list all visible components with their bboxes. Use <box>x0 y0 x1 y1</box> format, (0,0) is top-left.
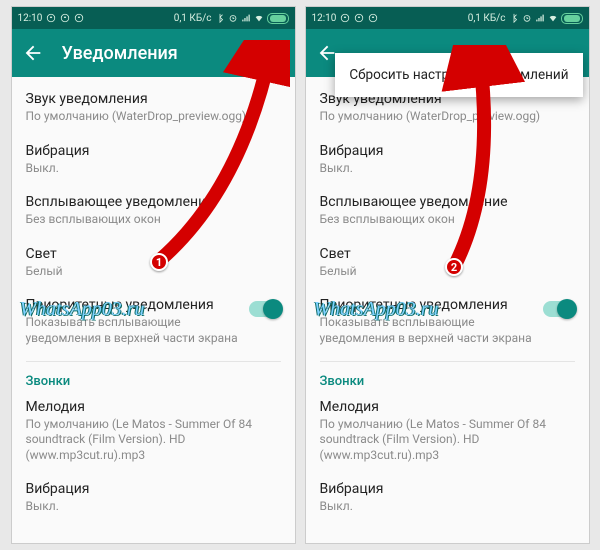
phone-right: 12:10 0,1 КБ/с Сбросить настройки уведом… <box>305 6 590 544</box>
page-title: Уведомления <box>62 43 263 64</box>
settings-list: Звук уведомления По умолчанию (WaterDrop… <box>12 77 295 543</box>
status-network: 0,1 КБ/с <box>174 13 212 24</box>
item-sub: Показывать всплывающие уведомления в вер… <box>320 315 533 346</box>
item-title: Мелодия <box>320 399 575 415</box>
item-sub: Выкл. <box>26 161 281 177</box>
item-sub: Выкл. <box>320 499 575 515</box>
bluetooth-icon <box>215 13 225 23</box>
item-title: Всплывающее уведомление <box>320 194 575 210</box>
bluetooth-icon <box>509 13 519 23</box>
item-title: Вибрация <box>26 143 281 159</box>
divider <box>320 361 575 362</box>
signal-icon <box>535 13 545 23</box>
app-bar: Уведомления <box>12 29 295 77</box>
item-sub: Выкл. <box>26 499 281 515</box>
item-sub: Без всплывающих окон <box>26 212 281 228</box>
item-popup[interactable]: Всплывающее уведомление Без всплывающих … <box>320 186 575 238</box>
wifi-icon <box>548 13 558 23</box>
item-title: Звук уведомления <box>26 91 281 107</box>
status-time: 12:10 <box>18 13 43 24</box>
item-sub: По умолчанию (WaterDrop_preview.ogg) <box>320 109 575 125</box>
divider <box>26 361 281 362</box>
item-title: Вибрация <box>320 143 575 159</box>
circle-icon <box>60 13 70 23</box>
item-priority[interactable]: Приоритетные уведомления Показывать вспл… <box>26 289 281 356</box>
item-ringtone[interactable]: Мелодия По умолчанию (Le Matos - Summer … <box>320 391 575 474</box>
section-calls: Звонки <box>26 366 281 391</box>
circle-icon <box>368 13 378 23</box>
alarm-icon <box>228 13 238 23</box>
item-vibration-calls[interactable]: Вибрация Выкл. <box>26 473 281 525</box>
item-title: Приоритетные уведомления <box>26 297 239 313</box>
menu-reset-notifications[interactable]: Сбросить настройки уведомлений <box>335 53 582 97</box>
alarm-icon <box>522 13 532 23</box>
status-bar: 12:10 0,1 КБ/с <box>306 7 589 29</box>
item-title: Вибрация <box>320 481 575 497</box>
circle-icon <box>46 13 56 23</box>
item-priority[interactable]: Приоритетные уведомления Показывать вспл… <box>320 289 575 356</box>
section-calls: Звонки <box>320 366 575 391</box>
circle-icon <box>354 13 364 23</box>
annotation-badge-1: 1 <box>150 253 168 271</box>
more-icon[interactable] <box>263 42 285 64</box>
item-popup[interactable]: Всплывающее уведомление Без всплывающих … <box>26 186 281 238</box>
item-sub: По умолчанию (Le Matos - Summer Of 84 so… <box>320 417 575 464</box>
annotation-badge-2: 2 <box>445 258 463 276</box>
settings-list: Звук уведомления По умолчанию (WaterDrop… <box>306 77 589 543</box>
toggle-priority[interactable] <box>249 301 281 317</box>
item-ringtone[interactable]: Мелодия По умолчанию (Le Matos - Summer … <box>26 391 281 474</box>
item-sub: Без всплывающих окон <box>320 212 575 228</box>
item-title: Приоритетные уведомления <box>320 297 533 313</box>
toggle-priority[interactable] <box>543 301 575 317</box>
status-time: 12:10 <box>312 13 337 24</box>
wifi-icon <box>254 13 264 23</box>
item-sound[interactable]: Звук уведомления По умолчанию (WaterDrop… <box>26 83 281 135</box>
item-vibration-calls[interactable]: Вибрация Выкл. <box>320 473 575 525</box>
phone-left: 12:10 0,1 КБ/с Уведомления Звук уведомле… <box>11 6 296 544</box>
item-sub: По умолчанию (WaterDrop_preview.ogg) <box>26 109 281 125</box>
circle-icon <box>74 13 84 23</box>
signal-icon <box>241 13 251 23</box>
item-title: Мелодия <box>26 399 281 415</box>
item-vibration[interactable]: Вибрация Выкл. <box>320 135 575 187</box>
item-title: Всплывающее уведомление <box>26 194 281 210</box>
item-sub: Показывать всплывающие уведомления в вер… <box>26 315 239 346</box>
circle-icon <box>340 13 350 23</box>
status-bar: 12:10 0,1 КБ/с <box>12 7 295 29</box>
back-arrow-icon[interactable] <box>316 42 338 64</box>
back-arrow-icon[interactable] <box>22 42 44 64</box>
battery-icon <box>561 13 583 24</box>
status-network: 0,1 КБ/с <box>468 13 506 24</box>
battery-icon <box>267 13 289 24</box>
item-sub: По умолчанию (Le Matos - Summer Of 84 so… <box>26 417 281 464</box>
item-sub: Выкл. <box>320 161 575 177</box>
item-title: Вибрация <box>26 481 281 497</box>
item-vibration[interactable]: Вибрация Выкл. <box>26 135 281 187</box>
app-bar: Сбросить настройки уведомлений <box>306 29 589 77</box>
